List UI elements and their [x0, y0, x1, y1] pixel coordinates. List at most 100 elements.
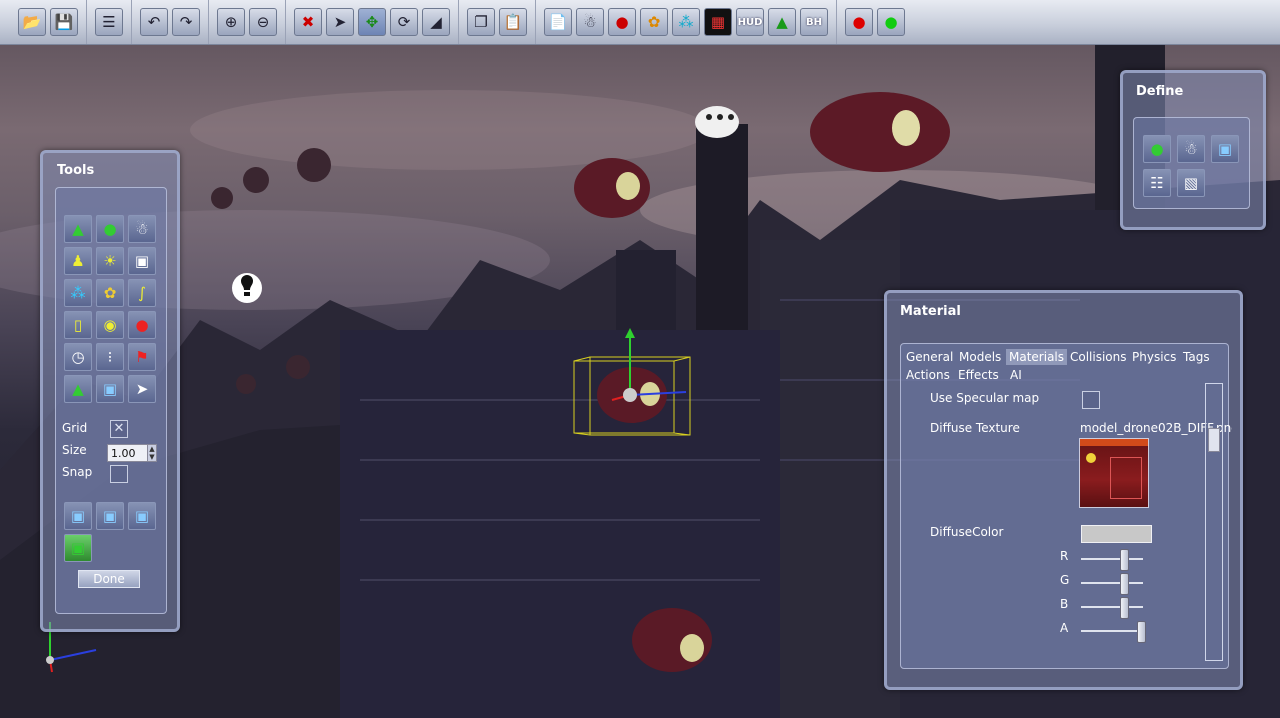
character-green-tool-icon[interactable]: ●: [96, 215, 124, 243]
tab-effects[interactable]: Effects: [955, 367, 1002, 383]
slider-r-track[interactable]: [1081, 558, 1143, 560]
define-skeleton-icon[interactable]: ☷: [1143, 169, 1171, 197]
group-characters-tool-icon[interactable]: ♟: [64, 247, 92, 275]
slider-a-thumb[interactable]: [1137, 621, 1146, 643]
slider-g-label: G: [1060, 573, 1070, 587]
size-input[interactable]: 1.00: [107, 444, 151, 462]
paste-icon[interactable]: 📋: [499, 8, 527, 36]
material-panel: Material General Models Materials Collis…: [884, 290, 1243, 690]
toolbar-pins-group: ● ●: [837, 0, 913, 44]
define-title: Define: [1136, 84, 1184, 99]
diffuse-texture-label: Diffuse Texture: [930, 421, 1020, 435]
tab-actions[interactable]: Actions: [903, 367, 953, 383]
tab-materials[interactable]: Materials: [1006, 349, 1068, 365]
tree-icon[interactable]: ▲: [768, 8, 796, 36]
copy-icon[interactable]: ❐: [467, 8, 495, 36]
tab-models[interactable]: Models: [956, 349, 1004, 365]
green-pin-icon[interactable]: ●: [877, 8, 905, 36]
toolbar-zoom-group: ⊕ ⊖: [209, 0, 286, 44]
particles-icon[interactable]: ⁂: [672, 8, 700, 36]
specular-label: Use Specular map: [930, 391, 1040, 405]
save-disk-icon[interactable]: 💾: [50, 8, 78, 36]
move-cross-icon[interactable]: ✥: [358, 8, 386, 36]
light-tool-icon[interactable]: ☀: [96, 247, 124, 275]
slider-g-thumb[interactable]: [1120, 573, 1129, 595]
zoom-out-icon[interactable]: ⊖: [249, 8, 277, 36]
snap-checkbox[interactable]: [110, 465, 128, 483]
size-label: Size: [62, 443, 87, 457]
main-toolbar: 📂 💾 ☰ ↶ ↷ ⊕ ⊖ ✖ ➤ ✥ ⟳ ◢ ❐ 📋 📄 ☃ ● ✿ ⁂ ▦ …: [0, 0, 1280, 45]
red-pin-icon[interactable]: ●: [845, 8, 873, 36]
tab-general[interactable]: General: [903, 349, 956, 365]
tab-collisions[interactable]: Collisions: [1067, 349, 1130, 365]
cube-right-icon[interactable]: ▣: [128, 502, 156, 530]
size-stepper[interactable]: ▲ ▼: [147, 444, 157, 462]
cube-tool-icon[interactable]: ▣: [96, 375, 124, 403]
forest-tool-icon[interactable]: ▲: [64, 215, 92, 243]
tree-list-tool-icon[interactable]: ▲: [64, 375, 92, 403]
slider-a-label: A: [1060, 621, 1069, 635]
trigger-zone-tool-icon[interactable]: ▯: [64, 311, 92, 339]
cube-center-icon[interactable]: ▣: [96, 502, 124, 530]
cube-green-icon[interactable]: ▣: [64, 534, 92, 562]
specular-checkbox[interactable]: [1082, 391, 1100, 409]
page-icon[interactable]: 📄: [544, 8, 572, 36]
toolbar-history-group: ↶ ↷: [132, 0, 209, 44]
flag-tool-icon[interactable]: ⚑: [128, 343, 156, 371]
redo-icon[interactable]: ↷: [172, 8, 200, 36]
define-white-character-icon[interactable]: ☃: [1177, 135, 1205, 163]
terminal-icon[interactable]: ▦: [704, 8, 732, 36]
select-arrow-icon[interactable]: ➤: [326, 8, 354, 36]
slider-b-label: B: [1060, 597, 1069, 611]
open-folder-icon[interactable]: 📂: [18, 8, 46, 36]
tab-physics[interactable]: Physics: [1129, 349, 1179, 365]
properties-scrollbar[interactable]: [1205, 383, 1223, 661]
apple-tool-icon[interactable]: ●: [128, 311, 156, 339]
drone-model-1: [574, 158, 650, 218]
bh-icon[interactable]: BH: [800, 8, 828, 36]
signal-icon[interactable]: ✿: [640, 8, 668, 36]
sound-tool-icon[interactable]: ✿: [96, 279, 124, 307]
grid-label: Grid: [62, 421, 88, 435]
undo-icon[interactable]: ↶: [140, 8, 168, 36]
rotate-icon[interactable]: ⟳: [390, 8, 418, 36]
zoom-in-icon[interactable]: ⊕: [217, 8, 245, 36]
eye-tool-icon[interactable]: ◉: [96, 311, 124, 339]
define-green-character-icon[interactable]: ●: [1143, 135, 1171, 163]
slider-a-track[interactable]: [1081, 630, 1143, 632]
person-icon[interactable]: ☃: [576, 8, 604, 36]
hud-icon[interactable]: HUD: [736, 8, 764, 36]
diffuse-color-swatch[interactable]: [1081, 525, 1152, 543]
tab-ai[interactable]: AI: [1007, 367, 1025, 383]
toolbar-layers-group: ☰: [87, 0, 132, 44]
tools-panel: Tools ▲ ● ☃ ♟ ☀ ▣ ⁂ ✿ ∫ ▯ ◉ ● ◷ ⁝ ⚑ ▲ ▣ …: [40, 150, 180, 632]
toolbar-create-group: 📄 ☃ ● ✿ ⁂ ▦ HUD ▲ BH: [536, 0, 837, 44]
cube-left-icon[interactable]: ▣: [64, 502, 92, 530]
path-tool-icon[interactable]: ∫: [128, 279, 156, 307]
cursor-list-tool-icon[interactable]: ➤: [128, 375, 156, 403]
tab-tags[interactable]: Tags: [1180, 349, 1213, 365]
layers-icon[interactable]: ☰: [95, 8, 123, 36]
delete-x-icon[interactable]: ✖: [294, 8, 322, 36]
paint-drop-icon[interactable]: ●: [608, 8, 636, 36]
slider-b-thumb[interactable]: [1120, 597, 1129, 619]
define-cube-icon[interactable]: ▣: [1211, 135, 1239, 163]
tools-title: Tools: [57, 163, 95, 178]
camera-tool-icon[interactable]: ▣: [128, 247, 156, 275]
slider-b-track[interactable]: [1081, 606, 1143, 608]
slider-r-thumb[interactable]: [1120, 549, 1129, 571]
done-button[interactable]: Done: [78, 570, 140, 588]
drone-model-2: [810, 92, 950, 172]
scale-icon[interactable]: ◢: [422, 8, 450, 36]
slider-g-track[interactable]: [1081, 582, 1143, 584]
define-door-icon[interactable]: ▧: [1177, 169, 1205, 197]
character-white-tool-icon[interactable]: ☃: [128, 215, 156, 243]
grid-checkbox[interactable]: ✕: [110, 420, 128, 438]
clock-tool-icon[interactable]: ◷: [64, 343, 92, 371]
dots-grid-tool-icon[interactable]: ⁝: [96, 343, 124, 371]
scrollbar-thumb[interactable]: [1208, 428, 1220, 452]
particles-tool-icon[interactable]: ⁂: [64, 279, 92, 307]
toolbar-file-group: 📂 💾: [10, 0, 87, 44]
diffuse-texture-thumbnail[interactable]: [1079, 438, 1149, 508]
toolbar-clipboard-group: ❐ 📋: [459, 0, 536, 44]
